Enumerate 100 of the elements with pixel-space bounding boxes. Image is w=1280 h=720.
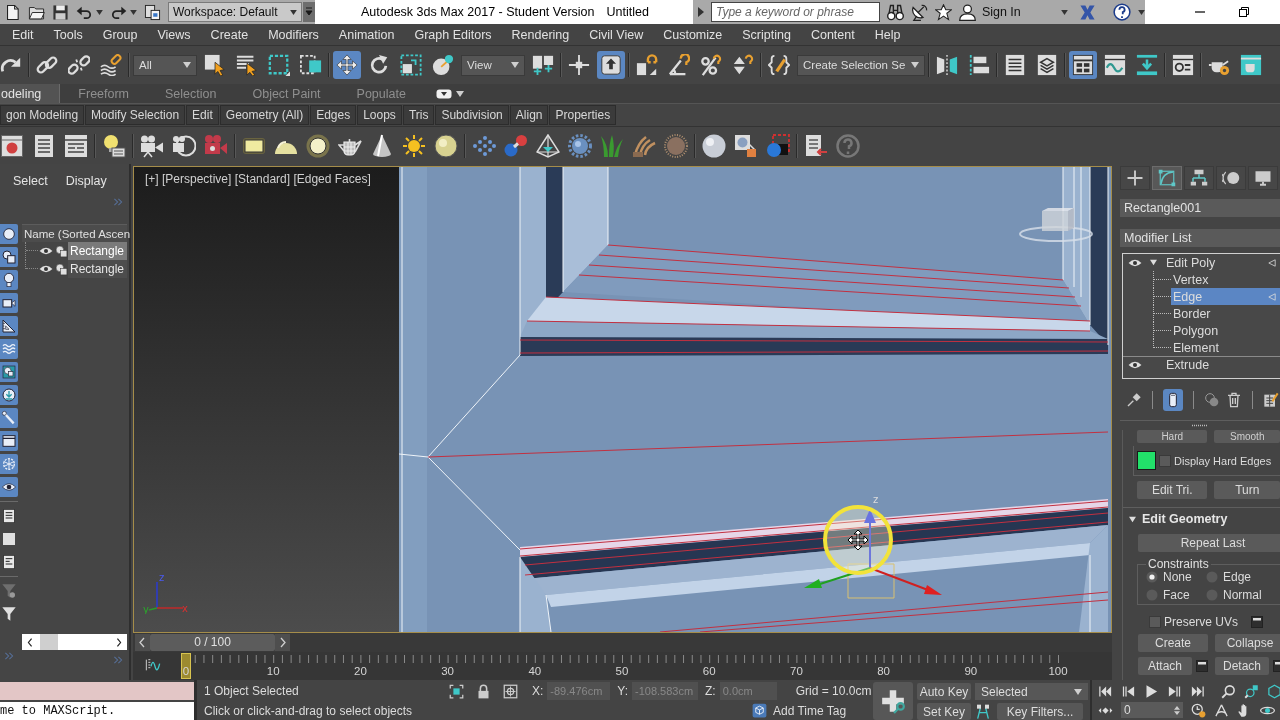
ribbon-panel-button[interactable]: Loops: [357, 105, 402, 125]
document-arrow-icon[interactable]: [804, 133, 828, 158]
ribbon-panel-button[interactable]: Geometry (All): [219, 105, 310, 125]
cube-tile-icon[interactable]: [752, 703, 767, 718]
camera-icon[interactable]: [140, 133, 164, 158]
ribbon-panel-button[interactable]: Edit: [186, 105, 219, 125]
save-icon[interactable]: [52, 3, 69, 21]
chevron-left-icon[interactable]: [135, 634, 150, 651]
list-icon[interactable]: [1004, 54, 1027, 76]
star-icon[interactable]: [934, 3, 952, 21]
document-list-icon[interactable]: [0, 506, 18, 526]
bone-icon[interactable]: [0, 408, 18, 428]
clock-gear-icon[interactable]: [1191, 702, 1206, 718]
rollout-button[interactable]: Detach: [1215, 657, 1269, 675]
menu-item[interactable]: Group: [102, 27, 138, 42]
sub-object-item[interactable]: Element: [1171, 339, 1280, 356]
spinner-snap-icon[interactable]: [732, 54, 754, 76]
scale-icon[interactable]: [400, 54, 422, 76]
select-by-name-icon[interactable]: [236, 54, 258, 76]
fur-ball-icon[interactable]: [664, 133, 688, 158]
scene-object[interactable]: Rectangle: [68, 242, 127, 260]
isolate-icon[interactable]: [449, 683, 464, 699]
maxscript-input-field[interactable]: [0, 682, 194, 700]
trash-icon[interactable]: [1226, 392, 1242, 408]
gear-blob-icon[interactable]: [568, 133, 592, 158]
container-icon[interactable]: [0, 431, 18, 451]
menu-item[interactable]: Modifiers: [268, 27, 319, 42]
unlink-icon[interactable]: [68, 54, 90, 76]
rollout-title[interactable]: Edit Geometry: [1142, 512, 1228, 526]
scene-object[interactable]: Rectangle: [68, 260, 127, 278]
color-swatch-icon[interactable]: [1137, 451, 1156, 470]
window-box-icon[interactable]: [1251, 615, 1263, 628]
chevron-right-icon[interactable]: [115, 636, 123, 648]
resize-grip-icon[interactable]: [1191, 424, 1209, 427]
rollout-button[interactable]: Create: [1138, 634, 1208, 652]
rollout-button[interactable]: Repeat Last: [1138, 534, 1280, 552]
sub-object-item[interactable]: Vertex: [1171, 271, 1280, 288]
rollout-button[interactable]: Smooth: [1214, 430, 1280, 443]
pin-icon[interactable]: [1126, 392, 1142, 408]
eye-icon[interactable]: [1128, 258, 1142, 267]
angle-snap-icon[interactable]: [668, 54, 690, 76]
menu-item[interactable]: Scripting: [742, 27, 791, 42]
layers-icon[interactable]: [1036, 54, 1059, 76]
auto-key-button[interactable]: Auto Key: [917, 683, 971, 700]
command-panel-tab[interactable]: [1248, 166, 1278, 190]
group-icon[interactable]: [0, 362, 18, 382]
camera-icon[interactable]: [172, 133, 196, 158]
modifier-list-dropdown[interactable]: Modifier List: [1120, 229, 1280, 247]
molecule-icon[interactable]: [504, 133, 528, 158]
spinner-icon[interactable]: [1174, 704, 1180, 716]
toolbar-dropdown[interactable]: Create Selection Se: [797, 54, 926, 76]
document-list-icon[interactable]: [32, 133, 56, 158]
zoom-extents-icon[interactable]: [1244, 683, 1259, 699]
shapes-icon[interactable]: [0, 247, 18, 267]
ribbon-panel-button[interactable]: Properties: [549, 105, 617, 125]
pyramid-icon[interactable]: [536, 133, 560, 158]
wave-window-icon[interactable]: [1104, 54, 1127, 76]
caret-icon[interactable]: [130, 9, 137, 15]
rotate-icon[interactable]: [368, 54, 390, 76]
viewport-label[interactable]: [+] [Perspective] [Standard] [Edged Faces]: [145, 172, 371, 186]
radio-button[interactable]: [1146, 571, 1158, 583]
checkbox[interactable]: [1159, 454, 1171, 467]
table-pencil-icon[interactable]: [1263, 392, 1279, 408]
sub-object-item[interactable]: Polygon: [1171, 322, 1280, 339]
maxscript-output-field[interactable]: me to MAXScript.: [0, 702, 194, 720]
chevron-left-icon[interactable]: [26, 636, 34, 648]
target-icon[interactable]: [503, 683, 518, 699]
menu-item[interactable]: Animation: [338, 27, 395, 42]
stack-item[interactable]: Edit Poly: [1164, 255, 1218, 270]
glowing-sphere-icon[interactable]: [306, 133, 330, 158]
eye-icon[interactable]: [1128, 361, 1142, 369]
menu-item[interactable]: Graph Editors: [414, 27, 492, 42]
snap-magnet-icon[interactable]: [636, 54, 658, 76]
tube-icon[interactable]: [1163, 389, 1183, 411]
menu-item[interactable]: Rendering: [511, 27, 570, 42]
download-bar-icon[interactable]: [1136, 54, 1159, 76]
workspace-dropdown[interactable]: Workspace: Default: [168, 2, 302, 22]
rollout-button[interactable]: Edit Tri.: [1137, 481, 1208, 499]
toggle-pill-icon[interactable]: [435, 88, 452, 99]
collapse-triangle-icon[interactable]: [1150, 259, 1157, 266]
caret-icon[interactable]: [1138, 9, 1145, 15]
ribbon-tab[interactable]: odeling: [0, 84, 61, 103]
hair-icon[interactable]: [632, 133, 656, 158]
command-panel-tab[interactable]: [1120, 166, 1150, 190]
cube-outline-icon[interactable]: [1267, 683, 1280, 699]
ribbon-panel-button[interactable]: Edges: [310, 105, 357, 125]
time-slider-track[interactable]: 0 / 100: [133, 633, 1112, 652]
triangle-icon[interactable]: [1268, 258, 1276, 267]
rollout-button[interactable]: Hard: [1137, 430, 1208, 443]
checkbox[interactable]: [1149, 615, 1161, 628]
crosshair-icon[interactable]: [568, 54, 590, 76]
window-circles-icon[interactable]: [1172, 54, 1195, 76]
link-icon[interactable]: [36, 54, 58, 76]
command-panel-tab[interactable]: [1152, 166, 1182, 190]
plus-key-icon[interactable]: [873, 682, 913, 720]
overlapping-shapes-icon[interactable]: [1204, 392, 1220, 408]
placement-icon[interactable]: [432, 54, 454, 76]
restore-icon[interactable]: [1239, 7, 1249, 17]
sun-icon[interactable]: [402, 133, 426, 158]
search-field[interactable]: Type a keyword or phrase: [711, 2, 880, 22]
